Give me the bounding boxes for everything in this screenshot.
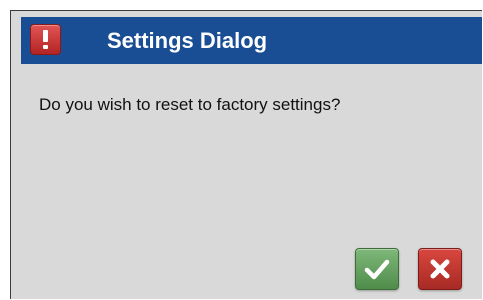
exclamation-icon [30,24,61,55]
dialog-message: Do you wish to reset to factory settings… [39,95,341,114]
close-icon [430,259,450,279]
confirm-button[interactable] [355,248,399,290]
dialog-titlebar: Settings Dialog [21,17,482,64]
settings-dialog: Settings Dialog Do you wish to reset to … [10,10,482,299]
checkmark-icon [364,259,390,280]
dialog-title: Settings Dialog [107,28,268,53]
cancel-button[interactable] [418,248,462,290]
